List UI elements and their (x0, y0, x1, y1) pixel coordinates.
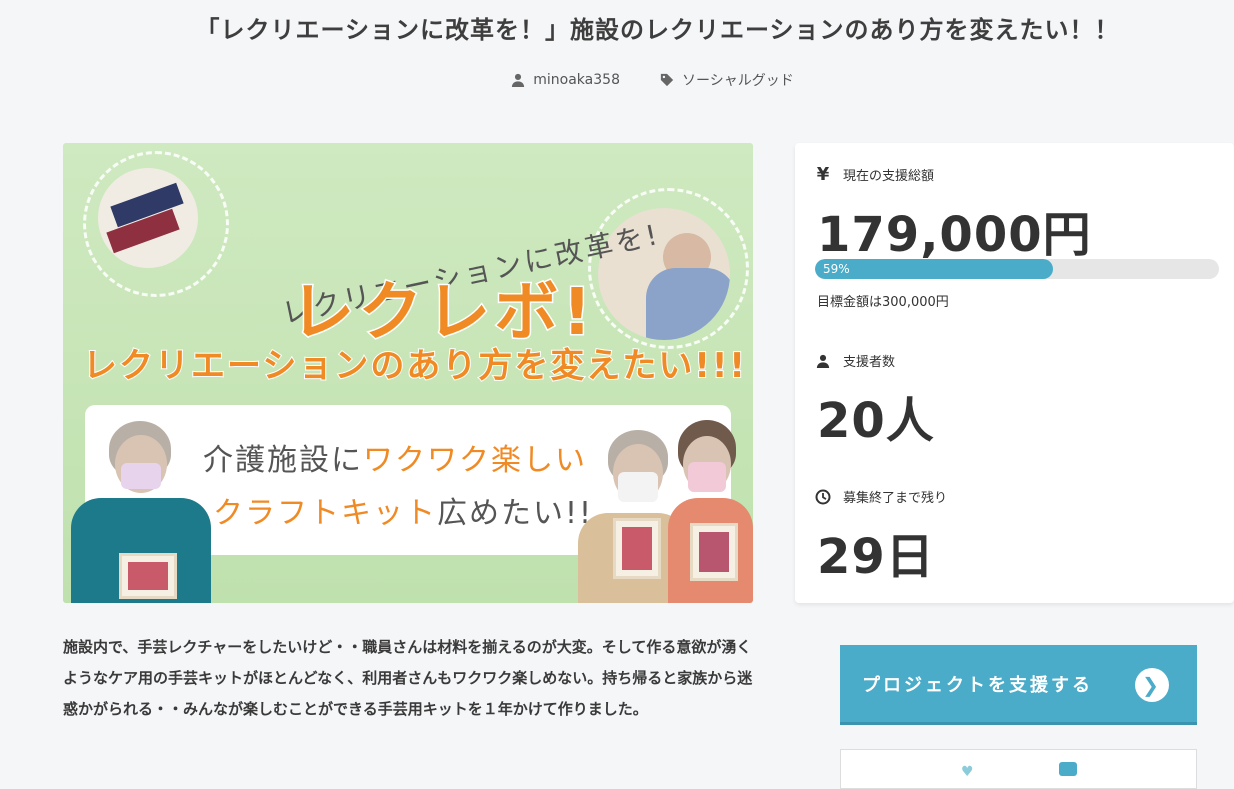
supporters-count: 20人 (817, 393, 935, 449)
total-label: ¥ 現在の支援総額 (816, 164, 935, 185)
person-right (668, 418, 753, 603)
hero-subtitle: レクリエーションのあり方を変えたい!!! (82, 345, 747, 387)
funding-progress-bar: 59% (815, 259, 1219, 279)
craft-kit-photo (98, 168, 198, 268)
author-link[interactable]: minoaka358 (511, 70, 620, 90)
hero-panel-line1: 介護施設にワクワク楽しい (203, 443, 587, 478)
stats-card: ¥ 現在の支援総額 179,000円 59% 目標金額は300,000円 支援者… (795, 143, 1234, 603)
supporters-label: 支援者数 (815, 351, 895, 370)
hero-panel-line2: クラフトキット広めたい!! (213, 496, 594, 531)
category-name: ソーシャルグッド (681, 73, 794, 89)
support-project-button[interactable]: プロジェクトを支援する ❯ (840, 645, 1197, 725)
remaining-label: 募集終了まで残り (815, 487, 947, 506)
funding-progress-fill: 59% (815, 259, 1054, 279)
user-icon (815, 353, 831, 369)
yen-icon: ¥ (816, 164, 830, 185)
chevron-right-icon: ❯ (1135, 668, 1169, 702)
secondary-action-box[interactable]: ♥ (840, 749, 1197, 789)
clock-icon (815, 489, 831, 505)
support-button-label: プロジェクトを支援する (862, 674, 1093, 696)
goal-amount: 目標金額は300,000円 (817, 295, 949, 310)
total-amount: 179,000円 (817, 207, 1092, 263)
author-name: minoaka358 (533, 72, 620, 88)
person-left (71, 413, 211, 603)
heart-icon: ♥ (961, 764, 974, 780)
share-icon (1059, 762, 1077, 776)
project-meta: minoaka358 ソーシャルグッド (0, 70, 1234, 90)
user-icon (512, 73, 525, 87)
remaining-days: 29日 (817, 529, 935, 585)
page-title: 「レクリエーションに改革を！」施設のレクリエーションのあり方を変えたい！！ (195, 16, 1120, 44)
tag-icon (660, 73, 674, 87)
project-hero-image: レクリエーションに改革を! レクレボ! レクリエーションのあり方を変えたい!!!… (63, 143, 753, 603)
category-link[interactable]: ソーシャルグッド (660, 70, 794, 90)
project-description: 施設内で、手芸レクチャーをしたいけど・・職員さんは材料を揃えるのが大変。そして作… (63, 638, 753, 718)
